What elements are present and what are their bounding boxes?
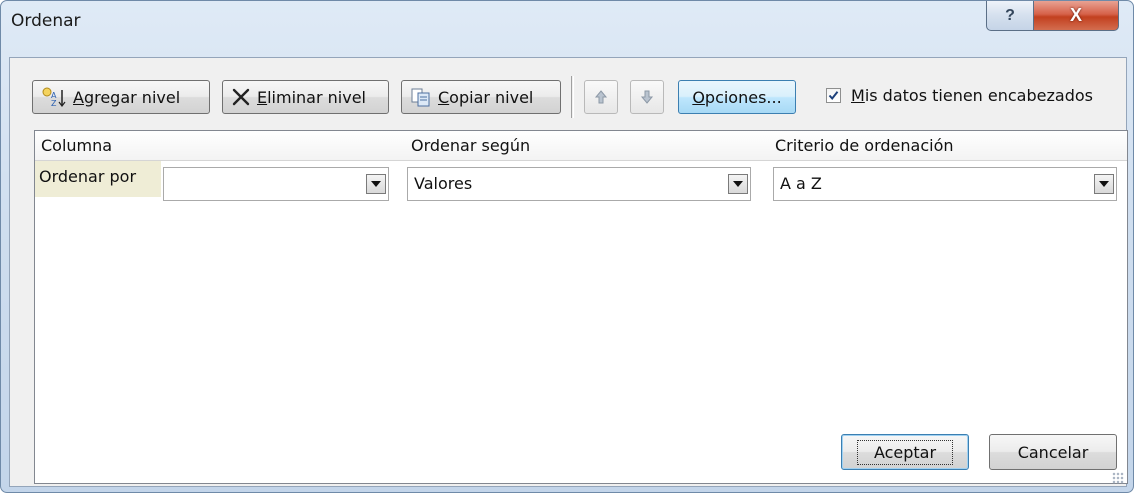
arrow-down-icon (640, 90, 654, 104)
copy-level-button[interactable]: Copiar nivel (401, 80, 561, 114)
sort-on-select[interactable]: Valores (407, 167, 751, 201)
move-down-button[interactable] (630, 80, 664, 114)
chevron-down-icon (1099, 181, 1109, 187)
help-button[interactable]: ? (986, 1, 1034, 31)
column-select[interactable] (163, 167, 389, 201)
column-header-order: Criterio de ordenación (769, 131, 1127, 161)
close-icon: X (1069, 5, 1082, 25)
headers-checkbox-row[interactable]: Mis datos tienen encabezados (826, 86, 1093, 105)
options-label: Opciones... (692, 87, 782, 107)
sort-on-dropdown[interactable] (728, 174, 748, 194)
headers-checkbox-label: Mis datos tienen encabezados (851, 86, 1093, 105)
delete-level-label: Eliminar nivel (257, 87, 366, 107)
sort-levels-grid: Columna Ordenar según Criterio de ordena… (34, 130, 1128, 484)
ok-button[interactable]: Aceptar (841, 434, 969, 470)
column-select-dropdown[interactable] (366, 174, 386, 194)
headers-checkbox[interactable] (826, 88, 841, 103)
arrow-up-icon (594, 90, 608, 104)
add-level-label: Agregar nivel (73, 87, 181, 107)
add-level-button[interactable]: A Z Agregar nivel (32, 80, 210, 114)
dialog-body: A Z Agregar nivel Eliminar nivel Copiar … (9, 57, 1128, 487)
order-value: A a Z (780, 174, 822, 193)
svg-text:Z: Z (51, 99, 57, 108)
resize-grip[interactable] (1112, 472, 1124, 484)
order-select[interactable]: A a Z (773, 167, 1117, 201)
add-sort-level-icon: A Z (42, 87, 66, 108)
delete-level-button[interactable]: Eliminar nivel (222, 80, 389, 114)
ok-label: Aceptar (856, 439, 954, 465)
copy-level-label: Copiar nivel (438, 87, 534, 107)
column-header-sort-on: Ordenar según (405, 131, 769, 161)
help-icon: ? (1005, 6, 1015, 24)
column-header-column: Columna (35, 131, 405, 161)
toolbar-separator (571, 76, 574, 118)
chevron-down-icon (733, 181, 743, 187)
dialog-title: Ordenar (11, 11, 81, 31)
checkmark-icon (828, 91, 839, 101)
row-label-sort-by: Ordenar por (35, 161, 161, 197)
move-up-button[interactable] (584, 80, 618, 114)
sort-dialog: Ordenar ? X A Z Agregar nivel Eliminar n… (0, 0, 1134, 493)
options-button[interactable]: Opciones... (678, 80, 796, 114)
order-dropdown[interactable] (1094, 174, 1114, 194)
chevron-down-icon (371, 181, 381, 187)
cancel-button[interactable]: Cancelar (989, 434, 1117, 470)
close-button[interactable]: X (1033, 1, 1119, 31)
delete-x-icon (232, 88, 250, 106)
cancel-label: Cancelar (1017, 442, 1089, 462)
sort-on-value: Valores (414, 174, 473, 193)
copy-icon (411, 88, 430, 107)
